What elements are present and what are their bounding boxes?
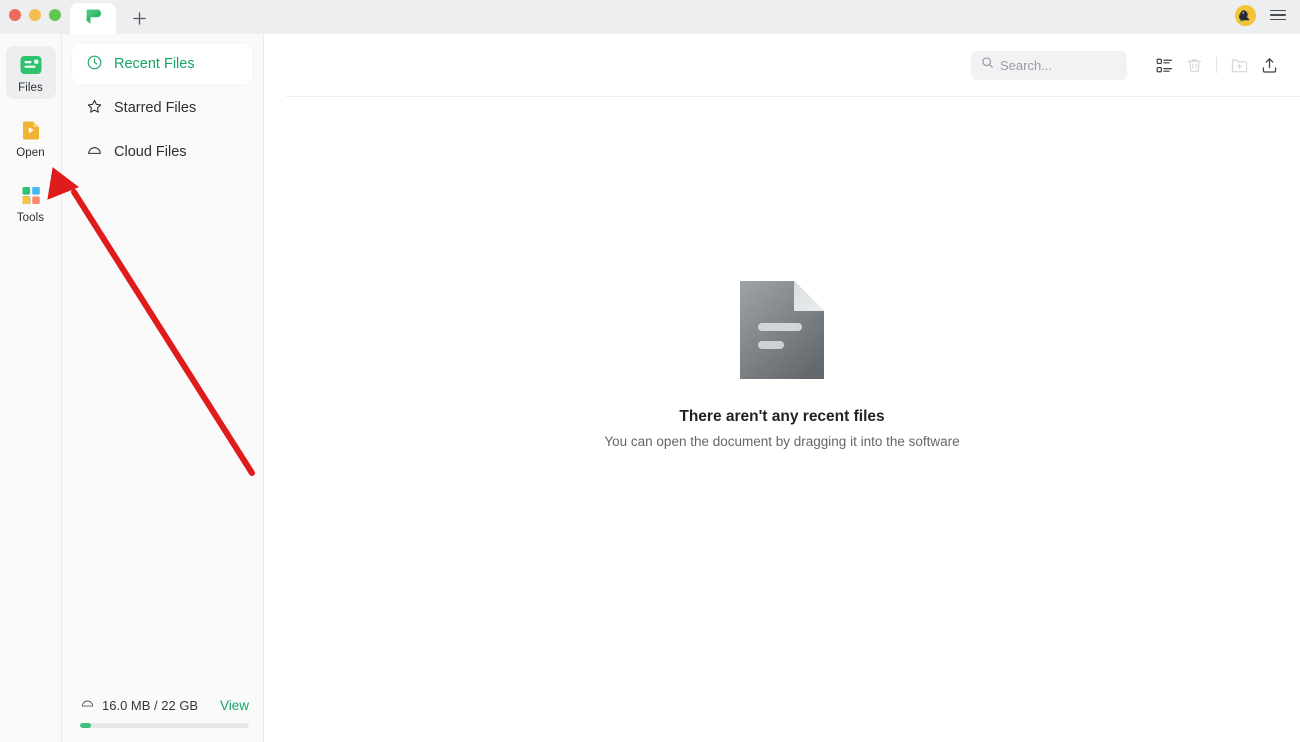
storage-view-link[interactable]: View (220, 698, 249, 713)
nav-pane: Recent Files Starred Files Cloud Files 1… (62, 34, 264, 742)
rail-item-files[interactable]: Files (5, 46, 56, 99)
rail-item-open-label: Open (16, 147, 45, 159)
maximize-window-button[interactable] (49, 9, 61, 21)
files-icon (18, 52, 44, 78)
new-folder-icon[interactable] (1224, 50, 1254, 80)
title-bar-right (1235, 0, 1300, 32)
search-input[interactable]: Search... (971, 50, 1127, 80)
traffic-lights (0, 0, 70, 32)
new-tab-button[interactable] (116, 3, 162, 34)
upload-icon[interactable] (1254, 50, 1284, 80)
tab-active[interactable] (70, 3, 116, 34)
nav-item-cloud-files[interactable]: Cloud Files (72, 132, 253, 172)
main-content: Search... There aren't any recent files … (264, 34, 1300, 742)
trash-icon[interactable] (1179, 50, 1209, 80)
nav-item-cloud-files-label: Cloud Files (114, 144, 187, 160)
tab-strip (70, 0, 1235, 34)
toolbar: Search... (264, 34, 1300, 96)
nav-item-recent-files-label: Recent Files (114, 56, 195, 72)
storage-usage-text: 16.0 MB / 22 GB (102, 697, 199, 713)
nav-item-recent-files[interactable]: Recent Files (72, 44, 253, 84)
tools-icon (18, 182, 44, 208)
app-logo-icon (84, 7, 103, 31)
rail-item-files-label: Files (18, 82, 43, 94)
left-rail: Files Open Tools (0, 34, 62, 742)
app-window: Files Open Tools Recent Files Starred Fi… (0, 0, 1300, 742)
avatar[interactable] (1235, 4, 1256, 26)
cloud-icon (86, 142, 103, 163)
empty-state: There aren't any recent files You can op… (264, 97, 1300, 742)
list-view-icon[interactable] (1149, 50, 1179, 80)
storage-row: 16.0 MB / 22 GB View (80, 696, 249, 714)
toolbar-divider (1216, 57, 1217, 73)
star-icon (86, 98, 103, 119)
storage-progress-fill (80, 723, 91, 728)
window-body: Files Open Tools Recent Files Starred Fi… (0, 34, 1300, 742)
cloud-storage-icon (80, 696, 95, 714)
storage-progress-bar (80, 723, 249, 728)
storage-section: 16.0 MB / 22 GB View (62, 696, 263, 742)
title-bar (0, 0, 1300, 34)
close-window-button[interactable] (9, 9, 21, 21)
search-icon (981, 56, 994, 74)
minimize-window-button[interactable] (29, 9, 41, 21)
clock-icon (86, 54, 103, 75)
empty-state-title: There aren't any recent files (679, 407, 885, 425)
rail-item-tools-label: Tools (16, 212, 45, 224)
search-placeholder: Search... (1000, 57, 1053, 73)
rail-item-tools[interactable]: Tools (6, 176, 56, 229)
rail-item-open[interactable]: Open (6, 111, 56, 164)
open-icon (18, 117, 44, 143)
nav-item-starred-files-label: Starred Files (114, 100, 197, 116)
document-placeholder-icon (740, 280, 824, 384)
nav-list: Recent Files Starred Files Cloud Files (62, 34, 263, 176)
nav-item-starred-files[interactable]: Starred Files (72, 88, 253, 128)
hamburger-menu-icon[interactable] (1270, 9, 1286, 21)
empty-state-subtitle: You can open the document by dragging it… (604, 433, 960, 449)
